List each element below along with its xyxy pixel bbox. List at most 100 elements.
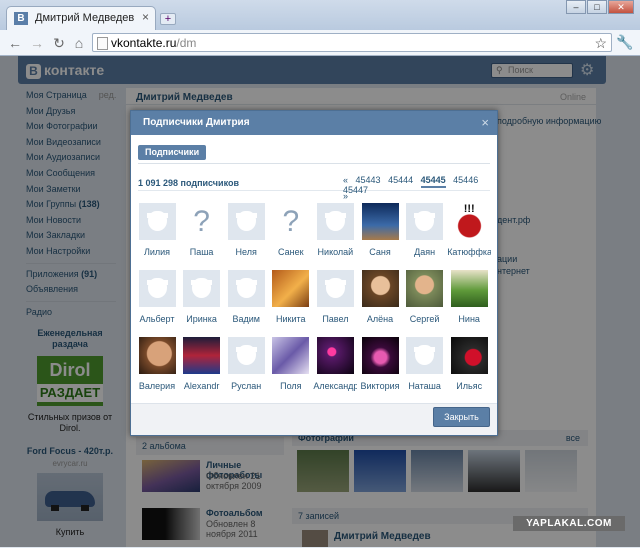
avatar[interactable]: !!! [450,203,488,240]
subscriber-name[interactable]: Даян [403,247,447,257]
subscriber-name[interactable]: Алёна [358,314,402,324]
avatar[interactable] [138,337,176,374]
pager-page[interactable]: 45443 [356,175,381,185]
subscriber-name[interactable]: Нина [447,314,491,324]
subscriber-card[interactable]: Alexandr [180,337,224,399]
bookmark-star-icon[interactable]: ☆ [594,34,607,52]
subscriber-card[interactable]: Павел [313,270,357,332]
window-close-button[interactable]: ✕ [608,0,634,14]
subscriber-name[interactable]: Альберт [135,314,179,324]
address-bar[interactable]: vkontakte.ru/dm ☆ [92,33,612,52]
subscriber-name[interactable]: Никита [269,314,313,324]
tab-close-icon[interactable]: × [142,10,149,24]
page-icon [97,37,108,50]
browser-toolbar: ← → ↻ ⌂ vkontakte.ru/dm ☆ 🔧 [0,30,640,56]
avatar[interactable] [183,337,221,374]
minimize-button[interactable]: – [566,0,586,14]
subscriber-card[interactable]: Алёна [358,270,402,332]
default-avatar-icon[interactable] [316,270,354,307]
subscriber-name[interactable]: Alexandr [180,381,224,391]
subscriber-name[interactable]: Катюффка [447,247,491,257]
back-arrow-icon[interactable]: ← [6,34,24,52]
avatar[interactable] [361,270,399,307]
default-avatar-icon[interactable] [406,337,444,374]
subscriber-name[interactable]: Павел [313,314,357,324]
subscriber-name[interactable]: Наташа [403,381,447,391]
avatar[interactable] [450,270,488,307]
subscriber-card[interactable]: !!! Катюффка [447,203,491,265]
subscriber-name[interactable]: Санек [269,247,313,257]
avatar[interactable] [361,203,399,240]
subscriber-card[interactable]: Альберт [135,270,179,332]
subscriber-card[interactable]: Неля [224,203,268,265]
url-path: /dm [176,36,197,50]
pager-next[interactable]: » [343,191,348,201]
subscriber-card[interactable]: Вадим [224,270,268,332]
default-avatar-icon[interactable] [227,337,265,374]
default-avatar-icon[interactable] [138,270,176,307]
question-avatar-icon[interactable]: ? [272,203,310,240]
subscriber-card[interactable]: Иринка [180,270,224,332]
pagination: « 45443 45444 45445 45446 45447 [343,175,497,195]
default-avatar-icon[interactable] [316,203,354,240]
watermark: YAPLAKAL.COM [513,516,625,531]
subscriber-name[interactable]: Неля [224,247,268,257]
subscriber-card[interactable]: Саня [358,203,402,265]
subscriber-card[interactable]: Поля [269,337,313,399]
subscriber-name[interactable]: Вадим [224,314,268,324]
subscriber-name[interactable]: Саня [358,247,402,257]
default-avatar-icon[interactable] [406,203,444,240]
avatar[interactable] [272,337,310,374]
avatar[interactable] [450,337,488,374]
pager-prev[interactable]: « [343,175,348,185]
subscriber-name[interactable]: Александра [313,381,357,391]
subscriber-name[interactable]: Лилия [135,247,179,257]
default-avatar-icon[interactable] [183,270,221,307]
divider [138,163,490,164]
home-icon[interactable]: ⌂ [70,34,88,52]
question-avatar-icon[interactable]: ? [183,203,221,240]
default-avatar-icon[interactable] [227,203,265,240]
subscriber-card[interactable]: Нина [447,270,491,332]
maximize-button[interactable]: □ [587,0,607,14]
tab-title: Дмитрий Медведев [35,12,135,24]
subscriber-card[interactable]: Руслан [224,337,268,399]
subscriber-name[interactable]: Паша [180,247,224,257]
subscriber-card[interactable]: ? Санек [269,203,313,265]
subscriber-card[interactable]: Никита [269,270,313,332]
subscriber-card[interactable]: Николай [313,203,357,265]
subscriber-card[interactable]: Виктория [358,337,402,399]
browser-tab[interactable]: В Дмитрий Медведев × [6,6,156,30]
subscriber-name[interactable]: Руслан [224,381,268,391]
subscriber-card[interactable]: Александра [313,337,357,399]
subscriber-name[interactable]: Поля [269,381,313,391]
subscriber-name[interactable]: Валерия [135,381,179,391]
pager-page[interactable]: 45446 [453,175,478,185]
subscriber-name[interactable]: Николай [313,247,357,257]
subscriber-card[interactable]: Ильяс [447,337,491,399]
reload-icon[interactable]: ↻ [50,34,68,52]
avatar[interactable] [272,270,310,307]
new-tab-button[interactable]: + [160,13,176,25]
subscriber-card[interactable]: Даян [403,203,447,265]
avatar[interactable] [316,337,354,374]
subscriber-card[interactable]: Сергей [403,270,447,332]
close-icon[interactable]: × [481,111,489,135]
pager-page[interactable]: 45444 [388,175,413,185]
subscriber-card[interactable]: Лилия [135,203,179,265]
default-avatar-icon[interactable] [227,270,265,307]
tab-subscribers[interactable]: Подписчики [138,145,207,160]
subscriber-name[interactable]: Виктория [358,381,402,391]
avatar[interactable] [361,337,399,374]
wrench-icon[interactable]: 🔧 [616,34,633,51]
default-avatar-icon[interactable] [138,203,176,240]
subscriber-name[interactable]: Иринка [180,314,224,324]
subscriber-name[interactable]: Сергей [403,314,447,324]
subscriber-card[interactable]: Наташа [403,337,447,399]
forward-arrow-icon[interactable]: → [28,34,46,52]
subscriber-card[interactable]: ? Паша [180,203,224,265]
avatar[interactable] [406,270,444,307]
subscriber-name[interactable]: Ильяс [447,381,491,391]
close-button[interactable]: Закрыть [433,407,490,427]
subscriber-card[interactable]: Валерия [135,337,179,399]
